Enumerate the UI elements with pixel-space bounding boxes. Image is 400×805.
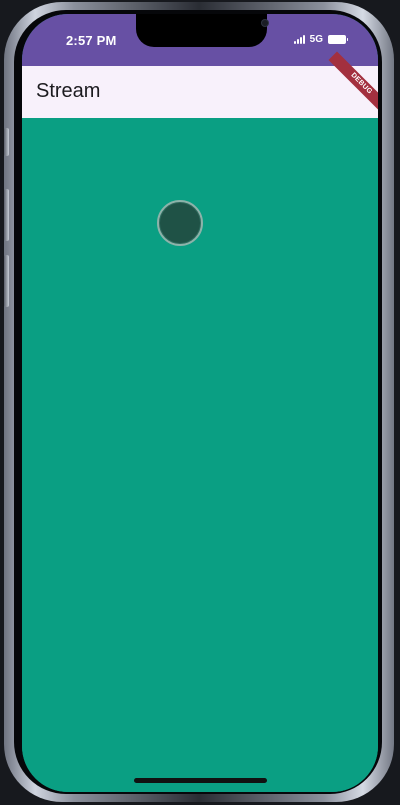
home-indicator[interactable] xyxy=(134,778,267,783)
status-time: 2:57 PM xyxy=(66,33,117,48)
battery-icon xyxy=(328,35,348,44)
page-title: Stream xyxy=(36,80,101,102)
stream-content xyxy=(22,118,378,792)
app-screen: 2:57 PM 5G Stream DEBUG xyxy=(22,14,378,792)
app-bar: Stream DEBUG xyxy=(22,51,378,118)
signal-icon xyxy=(293,35,305,44)
status-icons: 5G xyxy=(293,34,348,45)
status-bar: 2:57 PM 5G xyxy=(22,14,378,66)
device-scene: 2:57 PM 5G Stream DEBUG xyxy=(0,0,400,805)
side-button-middle xyxy=(4,189,9,241)
side-button-top xyxy=(4,128,9,156)
side-button-bottom xyxy=(4,255,9,307)
camera-notch xyxy=(136,14,268,47)
camera-icon xyxy=(262,20,268,26)
moving-circle xyxy=(157,200,203,246)
network-label: 5G xyxy=(309,34,323,45)
